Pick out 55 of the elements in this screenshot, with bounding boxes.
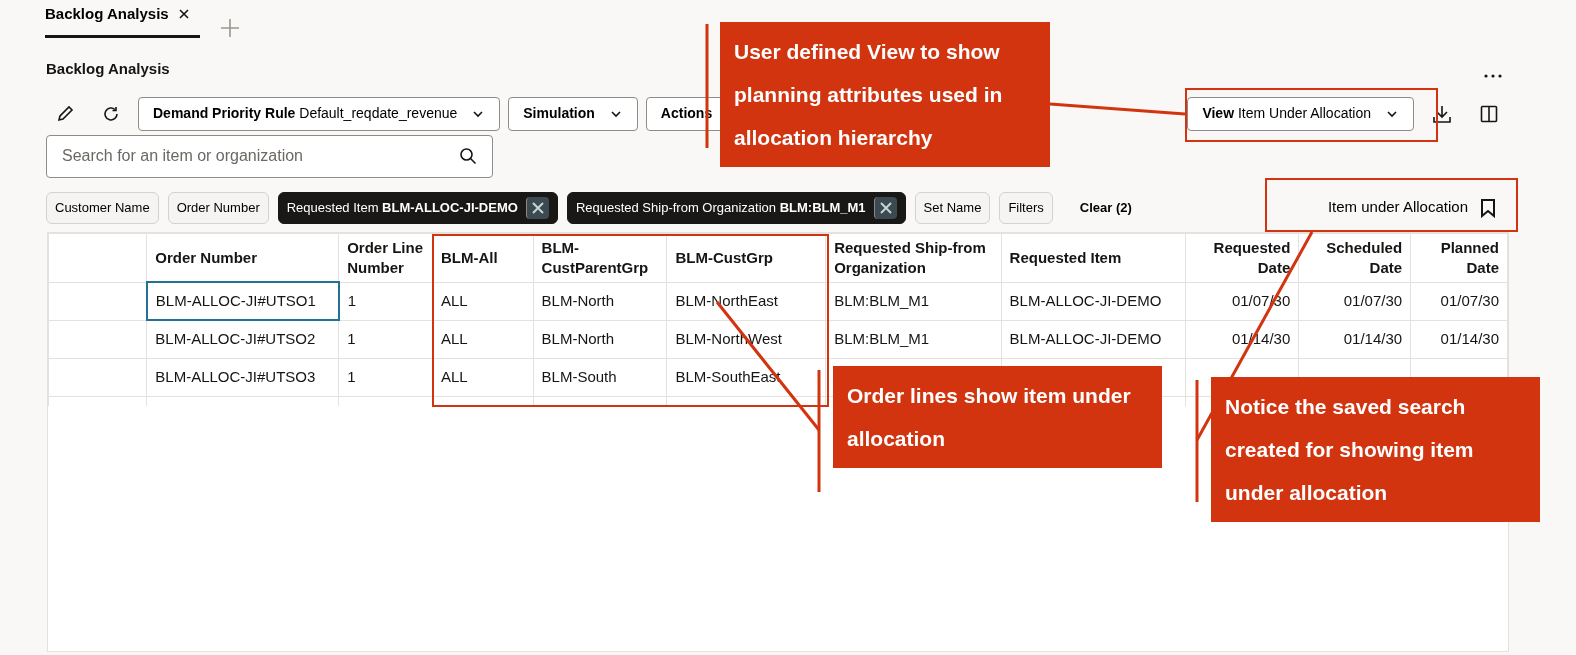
filter-chip[interactable]: Order Number — [167, 191, 269, 224]
table-cell: BLM-North — [533, 320, 667, 358]
table-cell: BLM-South — [533, 358, 667, 396]
column-header: Requested Date — [1185, 233, 1299, 282]
close-icon — [529, 199, 546, 216]
annotation-tooltip: User defined View to show planning attributes used in allocation hierarchy — [720, 22, 1050, 167]
table-cell: 01/07/30 — [1410, 282, 1508, 320]
more-icon[interactable] — [1483, 73, 1503, 79]
saved-search-button[interactable]: Item under Allocation — [1321, 195, 1502, 220]
filter-chip[interactable]: Customer Name — [46, 191, 159, 224]
close-icon — [877, 199, 894, 216]
download-icon — [1432, 103, 1452, 124]
tab[interactable]: Backlog Analysis — [45, 0, 200, 38]
table-cell: ALL — [432, 320, 534, 358]
table-cell: BLM-ALLOC-JI#UTSO3 — [146, 358, 339, 396]
pencil-icon — [56, 104, 74, 123]
table-cell: BLM-ALLOC-JI-DEMO — [1001, 320, 1186, 358]
search-icon — [459, 146, 477, 165]
column-header: Requested Item — [1001, 233, 1186, 282]
page-title: Backlog Analysis — [46, 59, 170, 79]
table-cell: BLM-NorthEast — [667, 282, 826, 320]
annotation-tooltip: Order lines show item under allocation — [833, 366, 1162, 468]
filter-chip[interactable]: Set Name — [914, 191, 991, 224]
column-header: BLM-CustGrp — [667, 233, 826, 282]
table-cell: BLM-ALLOC-JI#UTSO2 — [146, 320, 339, 358]
annotation-tooltip: Notice the saved search created for showing item under allocation — [1211, 377, 1540, 522]
column-header: BLM-All — [432, 233, 534, 282]
table-cell: BLM:BLM_M1 — [825, 320, 1002, 358]
table-cell: ALL — [432, 282, 534, 320]
table-cell: 01/14/30 — [1410, 320, 1508, 358]
demand-priority-dropdown[interactable]: Demand Priority Rule Default_reqdate_revenue — [138, 96, 501, 131]
column-header: Scheduled Date — [1298, 233, 1411, 282]
close-icon[interactable] — [178, 8, 189, 19]
table-cell: 01/07/30 — [1298, 282, 1411, 320]
table-cell: ALL — [432, 358, 534, 396]
clear-button[interactable]: Clear (2) — [1073, 196, 1138, 219]
table-cell: BLM-ALLOC-JI-DEMO — [1001, 282, 1186, 320]
column-header: Order Line Number — [338, 233, 433, 282]
view-dropdown[interactable]: View Item Under Allocation — [1187, 96, 1414, 131]
column-header: BLM-CustParentGrp — [533, 233, 667, 282]
filter-chip[interactable]: Filters — [999, 191, 1053, 224]
column-header: Requested Ship-from Organization — [825, 233, 1002, 282]
filter-chip[interactable]: Requested Item BLM-ALLOC-JI-DEMO — [277, 191, 558, 224]
table-cell: BLM:BLM_M1 — [825, 282, 1002, 320]
menu-button[interactable]: Simulation — [508, 96, 638, 131]
split-panel-icon — [1480, 104, 1498, 123]
search-field[interactable]: Search for an item or organization — [46, 134, 493, 178]
column-header: Planned Date — [1410, 233, 1508, 282]
bookmark-icon — [1480, 197, 1496, 218]
filter-chip[interactable]: Requested Ship-from Organization BLM:BLM_M1 — [566, 191, 906, 224]
table-cell: BLM-ALLOC-JI#UTSO1 — [146, 282, 339, 320]
table-cell: BLM-North — [533, 282, 667, 320]
column-header: Order Number — [146, 233, 339, 282]
table-cell: 01/14/30 — [1298, 320, 1411, 358]
refresh-icon — [102, 104, 120, 123]
